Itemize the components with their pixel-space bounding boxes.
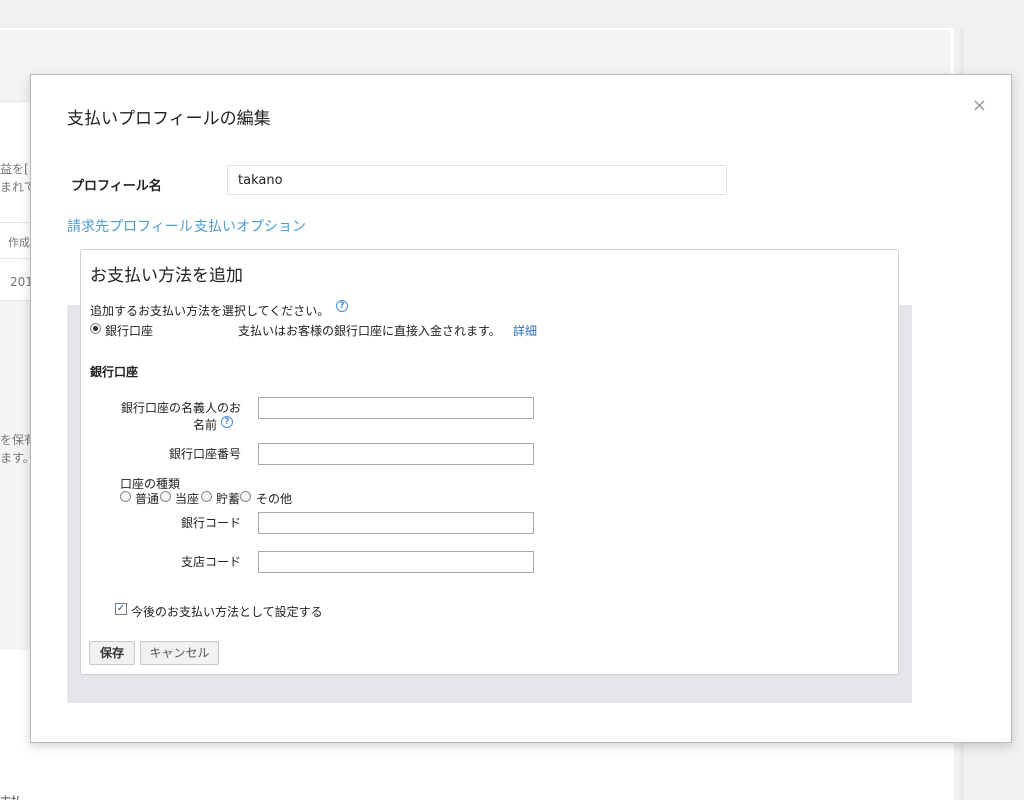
account-type-radio-checking[interactable] (160, 491, 171, 502)
account-type-label-checking: 当座 (175, 492, 200, 506)
account-holder-label: 銀行口座の名義人のお (120, 401, 241, 415)
background-text: まれて (0, 180, 30, 194)
account-type-radio-ordinary[interactable] (120, 491, 131, 502)
bank-account-description: 支払いはお客様の銀行口座に直接入金されます。 (238, 324, 501, 338)
edit-payment-profile-dialog: × 支払いプロフィールの編集 プロフィール名 請求先プロフィール 支払いオプショ… (30, 74, 1012, 743)
tab-payment-options[interactable]: 支払いオプション (194, 216, 306, 236)
background-divider (0, 222, 30, 223)
help-icon[interactable]: ? (336, 300, 348, 312)
background-text: 益を[ (0, 162, 29, 176)
cancel-button[interactable]: キャンセル (140, 641, 219, 665)
account-type-label-ordinary: 普通 (135, 492, 160, 506)
account-type-radio-savings[interactable] (201, 491, 212, 502)
close-icon[interactable]: × (972, 97, 987, 115)
background-text: ます。 (0, 451, 30, 465)
dialog-title: 支払いプロフィールの編集 (67, 109, 271, 129)
bank-code-input[interactable] (258, 512, 534, 534)
default-method-label: 今後のお支払い方法として設定する (131, 605, 323, 619)
account-type-label-savings: 貯蓄 (216, 492, 241, 506)
background-divider (0, 258, 30, 259)
bank-code-label: 銀行コード (180, 516, 241, 530)
add-payment-method-card: お支払い方法を追加 追加するお支払い方法を選択してください。 ? 銀行口座 支払… (80, 249, 899, 675)
help-icon[interactable]: ? (221, 416, 233, 428)
background-text: を保有 (0, 433, 30, 447)
default-method-checkbox[interactable]: ✓ (115, 603, 127, 615)
profile-name-input[interactable] (227, 165, 727, 195)
branch-code-label: 支店コード (180, 555, 241, 569)
background-divider (0, 300, 30, 301)
account-type-label-other: その他 (256, 492, 293, 506)
branch-code-input[interactable] (258, 551, 534, 573)
details-link[interactable]: 詳細 (513, 322, 537, 339)
background-text: 支払 (0, 793, 30, 800)
bank-section-title: 銀行口座 (90, 365, 139, 379)
background-cell: 201 (10, 275, 30, 289)
background-side-panel (0, 300, 30, 650)
background-column-header: 作成 (8, 236, 30, 249)
account-holder-label-line2: 名前 (192, 418, 217, 432)
add-payment-method-title: お支払い方法を追加 (90, 266, 243, 286)
save-button[interactable]: 保存 (89, 641, 135, 665)
profile-name-label: プロフィール名 (71, 179, 162, 194)
tab-billing-profile[interactable]: 請求先プロフィール (67, 216, 193, 236)
account-type-radio-other[interactable] (240, 491, 251, 502)
account-holder-input[interactable] (258, 397, 534, 419)
bank-account-radio[interactable] (90, 323, 101, 334)
account-number-label: 銀行口座番号 (168, 447, 241, 461)
select-method-prompt: 追加するお支払い方法を選択してください。 (90, 304, 330, 318)
bank-account-option-label: 銀行口座 (105, 324, 154, 338)
account-number-input[interactable] (258, 443, 534, 465)
